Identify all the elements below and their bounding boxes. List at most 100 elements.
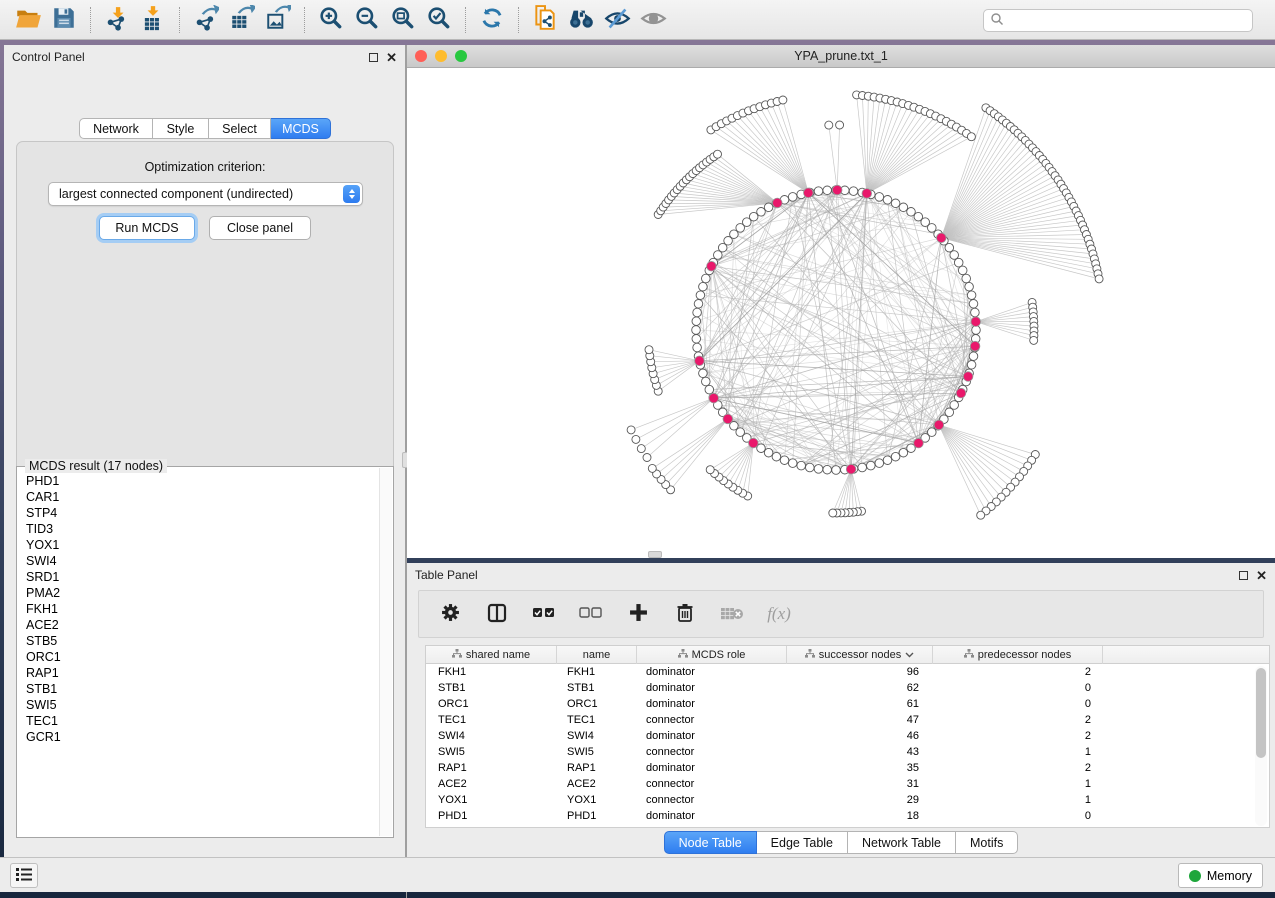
table-row[interactable]: ORC1ORC1dominator610 [426, 696, 1269, 712]
export-network-button[interactable] [188, 4, 224, 36]
import-network-button[interactable] [99, 4, 135, 36]
tab-node-table[interactable]: Node Table [664, 831, 757, 854]
export-table-button[interactable] [224, 4, 260, 36]
task-history-button[interactable] [10, 863, 38, 888]
mcds-result-item[interactable]: GCR1 [18, 729, 379, 745]
column-header-successor-nodes[interactable]: successor nodes [787, 646, 933, 664]
mcds-result-list[interactable]: PHD1CAR1STP4TID3YOX1SWI4SRD1PMA2FKH1ACE2… [18, 473, 379, 836]
tab-network-table[interactable]: Network Table [848, 831, 956, 854]
import-network-icon [104, 5, 130, 34]
table-panel-tabs: Node TableEdge TableNetwork TableMotifs [407, 831, 1275, 854]
search-network-icon [568, 5, 595, 35]
close-panel-button[interactable]: Close panel [209, 216, 311, 240]
horizontal-splitter-handle[interactable] [648, 551, 662, 558]
show-hide-columns-button[interactable] [484, 601, 510, 627]
criterion-select[interactable]: largest connected component (undirected) [48, 182, 363, 206]
cell-MCDS-role: dominator [637, 760, 787, 776]
cell-name: SWI4 [557, 728, 637, 744]
share-document-button[interactable] [527, 4, 563, 36]
cell-predecessor-nodes: 2 [933, 760, 1103, 776]
search-network-button[interactable] [563, 4, 599, 36]
table-row[interactable]: PHD1PHD1dominator180 [426, 808, 1269, 824]
tab-style[interactable]: Style [153, 118, 209, 139]
mcds-result-item[interactable]: PHD1 [18, 473, 379, 489]
cell-predecessor-nodes: 2 [933, 664, 1103, 680]
share-document-icon [532, 5, 558, 34]
mcds-result-item[interactable]: SWI5 [18, 697, 379, 713]
network-window-titlebar[interactable]: YPA_prune.txt_1 [407, 45, 1275, 68]
mcds-result-item[interactable]: TID3 [18, 521, 379, 537]
mcds-result-item[interactable]: RAP1 [18, 665, 379, 681]
network-graph[interactable] [407, 68, 1275, 558]
mcds-result-item[interactable]: SWI4 [18, 553, 379, 569]
status-bar: Memory [0, 857, 1275, 892]
select-all-rows-button[interactable] [531, 601, 557, 627]
memory-button[interactable]: Memory [1178, 863, 1263, 888]
network-canvas[interactable] [407, 68, 1275, 558]
refresh-button[interactable] [474, 4, 510, 36]
tab-select[interactable]: Select [209, 118, 271, 139]
column-header-MCDS-role[interactable]: MCDS role [637, 646, 787, 664]
table-row[interactable]: SWI5SWI5connector431 [426, 744, 1269, 760]
table-row[interactable]: SWI4SWI4dominator462 [426, 728, 1269, 744]
cell-MCDS-role: dominator [637, 808, 787, 824]
table-row[interactable]: YOX1YOX1connector291 [426, 792, 1269, 808]
save-session-button[interactable] [46, 4, 82, 36]
table-scrollbar[interactable] [1255, 666, 1267, 826]
export-image-button[interactable] [260, 4, 296, 36]
mcds-result-item[interactable]: TEC1 [18, 713, 379, 729]
close-panel-icon[interactable]: ✕ [386, 53, 397, 62]
table-row[interactable]: TEC1TEC1connector472 [426, 712, 1269, 728]
create-column-button[interactable] [625, 601, 651, 627]
mcds-result-item[interactable]: PMA2 [18, 585, 379, 601]
cell-shared-name: ACE2 [426, 776, 557, 792]
tab-motifs[interactable]: Motifs [956, 831, 1018, 854]
cell-predecessor-nodes: 2 [933, 728, 1103, 744]
mcds-result-item[interactable]: YOX1 [18, 537, 379, 553]
table-scrollbar-thumb[interactable] [1256, 668, 1266, 758]
tab-network[interactable]: Network [79, 118, 153, 139]
column-header-shared-name[interactable]: shared name [426, 646, 557, 664]
mcds-result-item[interactable]: SRD1 [18, 569, 379, 585]
cell-predecessor-nodes: 1 [933, 776, 1103, 792]
column-header-predecessor-nodes[interactable]: predecessor nodes [933, 646, 1103, 664]
import-table-button[interactable] [135, 4, 171, 36]
toolbar-separator [304, 7, 305, 33]
deselect-all-rows-button[interactable] [578, 601, 604, 627]
cell-MCDS-role: dominator [637, 664, 787, 680]
mcds-result-item[interactable]: ORC1 [18, 649, 379, 665]
mcds-result-item[interactable]: ACE2 [18, 617, 379, 633]
table-row[interactable]: ACE2ACE2connector311 [426, 776, 1269, 792]
mcds-result-item[interactable]: FKH1 [18, 601, 379, 617]
mcds-list-scrollbar[interactable] [379, 468, 392, 836]
tab-edge-table[interactable]: Edge Table [757, 831, 848, 854]
delete-columns-button[interactable] [672, 601, 698, 627]
select-all-rows-icon [532, 604, 556, 625]
zoom-selected-button[interactable] [421, 4, 457, 36]
zoom-in-button[interactable] [313, 4, 349, 36]
hide-graphics-button[interactable] [599, 4, 635, 36]
mcds-result-item[interactable]: STB5 [18, 633, 379, 649]
run-mcds-button[interactable]: Run MCDS [99, 216, 195, 240]
cell-shared-name: PHD1 [426, 808, 557, 824]
cell-successor-nodes: 61 [787, 696, 933, 712]
mcds-result-item[interactable]: STP4 [18, 505, 379, 521]
zoom-out-button[interactable] [349, 4, 385, 36]
float-table-panel-icon[interactable] [1239, 571, 1248, 580]
table-row[interactable]: RAP1RAP1dominator352 [426, 760, 1269, 776]
close-table-panel-icon[interactable]: ✕ [1256, 571, 1267, 580]
open-file-button[interactable] [10, 4, 46, 36]
table-mode-gear-button[interactable] [437, 601, 463, 627]
cell-name: FKH1 [557, 664, 637, 680]
mcds-result-item[interactable]: CAR1 [18, 489, 379, 505]
search-input[interactable] [1004, 14, 1252, 28]
search-box[interactable] [983, 9, 1253, 32]
show-graphics-button[interactable] [635, 4, 671, 36]
tab-mcds[interactable]: MCDS [271, 118, 331, 139]
table-row[interactable]: FKH1FKH1dominator962 [426, 664, 1269, 680]
table-row[interactable]: STB1STB1dominator620 [426, 680, 1269, 696]
float-panel-icon[interactable] [369, 53, 378, 62]
column-header-name[interactable]: name [557, 646, 637, 664]
zoom-fit-button[interactable] [385, 4, 421, 36]
mcds-result-item[interactable]: STB1 [18, 681, 379, 697]
